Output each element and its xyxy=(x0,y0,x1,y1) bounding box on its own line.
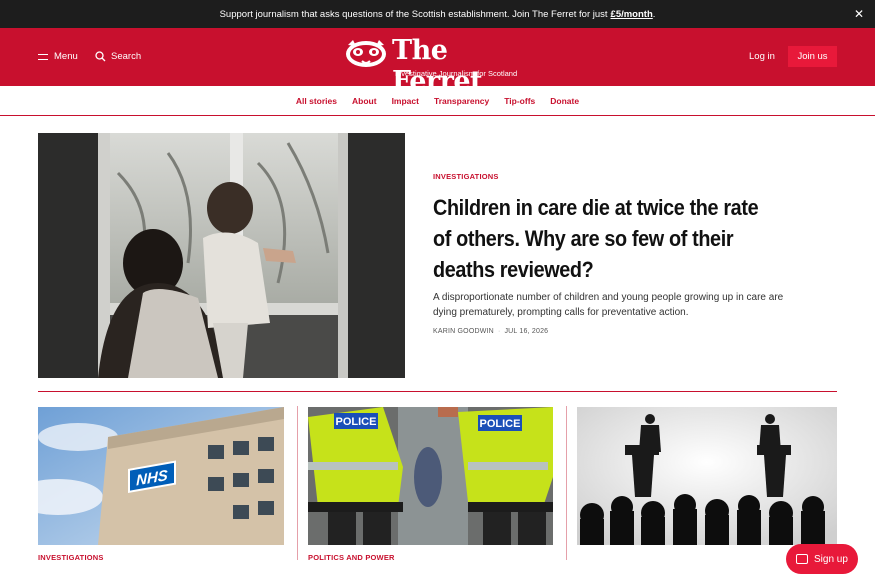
logo-tagline: Investigative Journalism for Scotland xyxy=(395,69,518,78)
hero-image[interactable] xyxy=(38,133,405,378)
menu-button[interactable]: Menu xyxy=(38,51,78,62)
menu-label: Menu xyxy=(54,51,78,62)
site-header: Menu Search The Ferret Investigative Jou… xyxy=(0,28,875,97)
login-link[interactable]: Log in xyxy=(749,51,775,62)
card-category[interactable]: INVESTIGATIONS xyxy=(38,553,104,562)
card-image-nhs[interactable]: NHS xyxy=(38,407,284,545)
section-divider xyxy=(38,391,837,392)
nav-item-tip-offs[interactable]: Tip-offs xyxy=(504,96,535,106)
close-icon[interactable]: ✕ xyxy=(854,7,864,21)
hamburger-icon xyxy=(38,53,48,60)
announcement-text: Support journalism that asks questions o… xyxy=(219,8,608,20)
hero-headline[interactable]: Children in care die at twice the rate o… xyxy=(433,192,775,285)
ferret-logo-icon xyxy=(346,40,386,67)
search-label: Search xyxy=(111,51,142,62)
byline-separator: · xyxy=(497,328,501,335)
card-divider xyxy=(566,406,567,560)
publish-date: JUL 16, 2026 xyxy=(504,328,549,335)
join-button[interactable]: Join us xyxy=(788,46,837,67)
nav-item-transparency[interactable]: Transparency xyxy=(434,96,489,106)
mail-icon xyxy=(796,554,808,564)
hero-standfirst: A disproportionate number of children an… xyxy=(433,292,784,318)
section-nav: All stories About Impact Transparency Ti… xyxy=(0,86,875,116)
nav-item-all-stories[interactable]: All stories xyxy=(296,96,337,106)
author-name[interactable]: KARIN GOODWIN xyxy=(433,328,494,335)
search-icon xyxy=(95,51,106,62)
card-category[interactable]: POLITICS AND POWER xyxy=(308,553,395,562)
announcement-bar: Support journalism that asks questions o… xyxy=(0,0,875,28)
nav-item-donate[interactable]: Donate xyxy=(550,96,579,106)
card-image-police[interactable]: POLICE POLICE xyxy=(308,407,553,545)
police-badge-right: POLICE xyxy=(480,418,521,430)
nav-item-about[interactable]: About xyxy=(352,96,377,106)
signup-button[interactable]: Sign up xyxy=(786,544,858,574)
police-badge-left: POLICE xyxy=(336,416,377,428)
nav-item-impact[interactable]: Impact xyxy=(392,96,419,106)
card-divider xyxy=(297,406,298,560)
card-image-debate[interactable] xyxy=(577,407,837,545)
signup-label: Sign up xyxy=(814,553,848,565)
hero-category[interactable]: INVESTIGATIONS xyxy=(433,172,499,181)
hero-byline: KARIN GOODWIN · JUL 16, 2026 xyxy=(433,328,548,335)
site-logo[interactable]: The Ferret Investigative Journalism for … xyxy=(344,35,534,97)
search-button[interactable]: Search xyxy=(95,51,141,62)
announcement-period: . xyxy=(652,8,656,20)
subscribe-price-link[interactable]: £5/month xyxy=(611,9,653,20)
